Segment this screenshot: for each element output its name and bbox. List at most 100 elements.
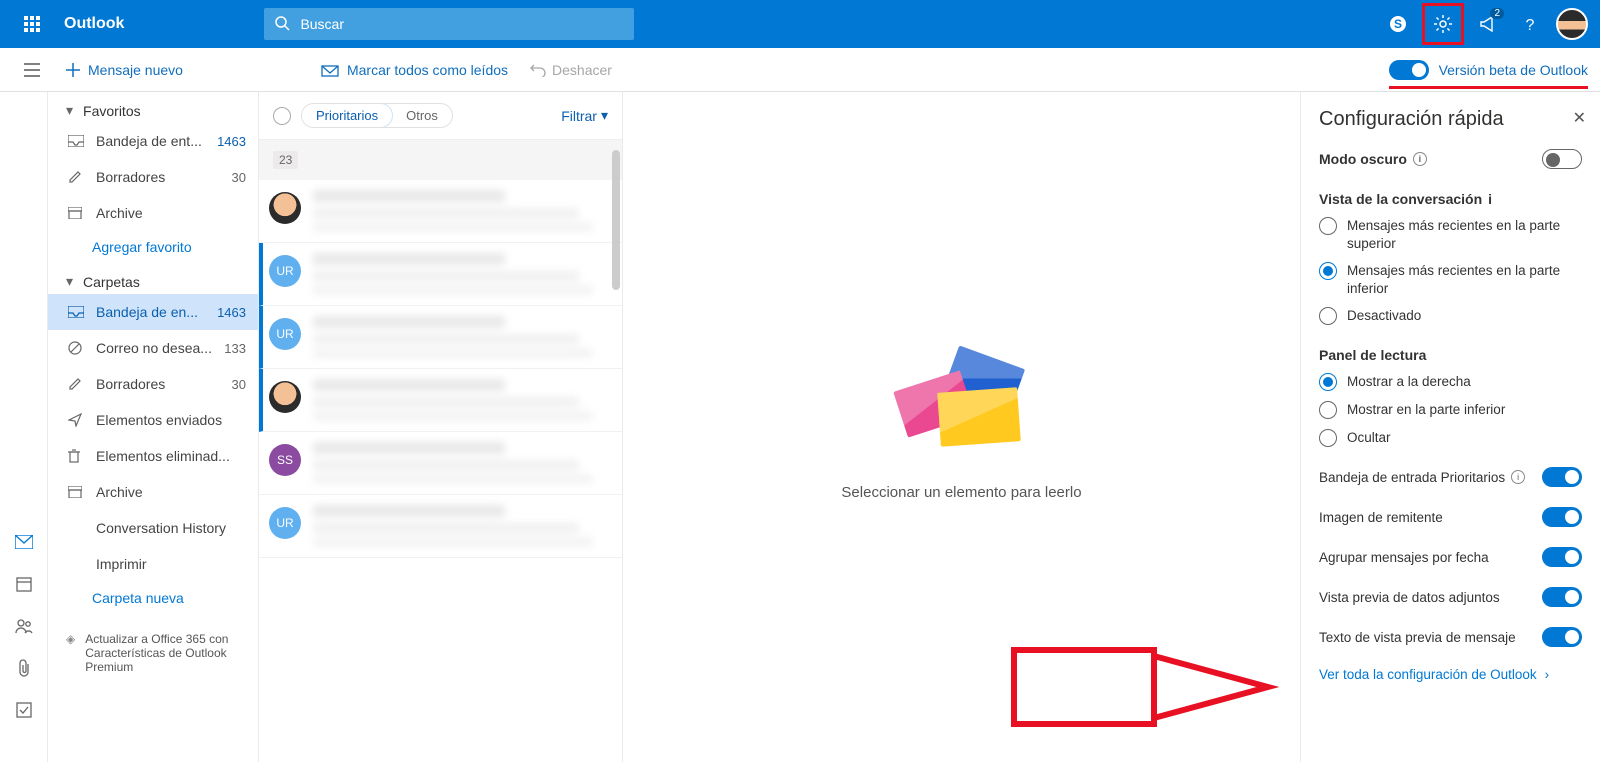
sender-image-toggle[interactable]	[1542, 507, 1582, 527]
send-icon	[68, 413, 84, 427]
pane-option-right[interactable]: Mostrar a la derecha	[1319, 373, 1582, 391]
whats-new-button[interactable]: 2	[1468, 0, 1508, 48]
settings-gear-button[interactable]	[1422, 3, 1464, 45]
filter-button[interactable]: Filtrar ▾	[561, 107, 608, 124]
sidebar-item-drafts-fav[interactable]: Borradores 30	[48, 159, 258, 195]
info-icon[interactable]: i	[1511, 470, 1525, 484]
focused-inbox-toggle[interactable]	[1542, 467, 1582, 487]
chevron-down-icon: ▾	[66, 273, 73, 290]
reading-pane-title: Panel de lectura	[1319, 347, 1426, 363]
sidebar-item-inbox-fav[interactable]: Bandeja de ent... 1463	[48, 123, 258, 159]
rail-calendar-button[interactable]	[14, 574, 34, 594]
sidebar-item-sent[interactable]: Elementos enviados	[48, 402, 258, 438]
notification-badge: 2	[1490, 8, 1504, 19]
new-message-button[interactable]: Mensaje nuevo	[66, 62, 183, 78]
sender-avatar	[269, 381, 301, 413]
message-preview	[313, 253, 608, 295]
folders-section-header[interactable]: ▾ Carpetas	[48, 263, 258, 294]
sidebar-item-junk[interactable]: Correo no desea... 133	[48, 330, 258, 366]
message-preview	[313, 379, 608, 421]
sidebar-item-inbox[interactable]: Bandeja de en... 1463	[48, 294, 258, 330]
app-launcher-button[interactable]	[8, 0, 56, 48]
checkbox-icon	[16, 702, 32, 718]
rail-mail-button[interactable]	[14, 532, 34, 552]
message-row[interactable]: UR	[259, 495, 622, 558]
conv-option-newest-bottom[interactable]: Mensajes más recientes en la parte infer…	[1319, 262, 1582, 297]
radio-icon	[1319, 262, 1337, 280]
sidebar-item-drafts[interactable]: Borradores 30	[48, 366, 258, 402]
pane-option-hide[interactable]: Ocultar	[1319, 429, 1582, 447]
search-icon	[274, 15, 290, 31]
people-icon	[15, 618, 33, 634]
date-badge: 23	[273, 151, 298, 169]
gear-icon	[1433, 14, 1453, 34]
rail-people-button[interactable]	[14, 616, 34, 636]
empty-illustration	[897, 354, 1027, 454]
trash-icon	[68, 449, 84, 463]
command-bar: Mensaje nuevo Marcar todos como leídos D…	[0, 48, 1600, 92]
conv-option-off[interactable]: Desactivado	[1319, 307, 1582, 325]
message-row[interactable]	[259, 369, 622, 432]
group-by-date-toggle[interactable]	[1542, 547, 1582, 567]
tab-focused[interactable]: Prioritarios	[301, 103, 393, 128]
message-preview	[313, 316, 608, 358]
nav-toggle-button[interactable]	[16, 63, 48, 77]
attach-preview-toggle[interactable]	[1542, 587, 1582, 607]
search-input[interactable]	[264, 8, 634, 40]
sender-avatar: SS	[269, 444, 301, 476]
conv-option-newest-top[interactable]: Mensajes más recientes en la parte super…	[1319, 217, 1582, 252]
message-list[interactable]: 23 UR UR SS UR	[259, 140, 622, 762]
reading-pane: Seleccionar un elemento para leerlo	[623, 92, 1300, 762]
sidebar-item-deleted[interactable]: Elementos eliminad...	[48, 438, 258, 474]
undo-button[interactable]: Deshacer	[530, 62, 612, 78]
plus-icon	[66, 63, 80, 77]
help-icon: ?	[1520, 14, 1540, 34]
radio-label: Ocultar	[1347, 429, 1582, 447]
sidebar-item-conv-history[interactable]: Conversation History	[48, 510, 258, 546]
calendar-icon	[16, 576, 32, 592]
scrollbar-thumb[interactable]	[612, 150, 620, 290]
beta-toggle[interactable]	[1389, 60, 1429, 80]
inbox-icon	[68, 306, 84, 318]
help-button[interactable]: ?	[1510, 0, 1550, 48]
skype-button[interactable]: S	[1378, 0, 1418, 48]
favorites-section-header[interactable]: ▾ Favoritos	[48, 92, 258, 123]
sidebar-item-count: 30	[232, 377, 246, 392]
upgrade-premium-link[interactable]: ◈ Actualizar a Office 365 con Caracterís…	[58, 624, 248, 682]
rail-tasks-button[interactable]	[14, 700, 34, 720]
view-all-settings-link[interactable]: Ver toda la configuración de Outlook ›	[1319, 667, 1582, 682]
new-folder-link[interactable]: Carpeta nueva	[48, 582, 258, 614]
add-favorite-link[interactable]: Agregar favorito	[48, 231, 258, 263]
sender-avatar: UR	[269, 318, 301, 350]
conversation-view-title: Vista de la conversación	[1319, 191, 1482, 207]
message-row[interactable]: SS	[259, 432, 622, 495]
message-row[interactable]	[259, 180, 622, 243]
sidebar-item-archive[interactable]: Archive	[48, 474, 258, 510]
sidebar-item-count: 30	[232, 170, 246, 185]
preview-text-toggle[interactable]	[1542, 627, 1582, 647]
account-button[interactable]	[1552, 0, 1592, 48]
close-settings-button[interactable]: ✕	[1573, 108, 1586, 128]
message-list-header: Prioritarios Otros Filtrar ▾	[259, 92, 622, 140]
mark-all-read-label: Marcar todos como leídos	[347, 62, 508, 78]
info-icon[interactable]: i	[1488, 191, 1492, 207]
select-all-checkbox[interactable]	[273, 107, 291, 125]
group-by-date-label: Agrupar mensajes por fecha	[1319, 550, 1489, 565]
info-icon[interactable]: i	[1413, 152, 1427, 166]
mark-all-read-button[interactable]: Marcar todos como leídos	[321, 62, 508, 78]
upgrade-label: Actualizar a Office 365 con Característi…	[85, 632, 244, 674]
message-preview	[313, 190, 608, 232]
pencil-icon	[68, 170, 84, 184]
sidebar-item-label: Archive	[96, 205, 246, 221]
sender-avatar: UR	[269, 507, 301, 539]
message-row[interactable]: UR	[259, 243, 622, 306]
sidebar-item-label: Elementos eliminad...	[96, 448, 246, 464]
sidebar-item-archive-fav[interactable]: Archive	[48, 195, 258, 231]
dark-mode-toggle[interactable]	[1542, 149, 1582, 169]
sidebar-item-print[interactable]: Imprimir	[48, 546, 258, 582]
tab-other[interactable]: Otros	[392, 104, 452, 127]
pane-option-bottom[interactable]: Mostrar en la parte inferior	[1319, 401, 1582, 419]
rail-attachments-button[interactable]	[14, 658, 34, 678]
message-row[interactable]: UR	[259, 306, 622, 369]
diamond-icon: ◈	[66, 632, 75, 674]
